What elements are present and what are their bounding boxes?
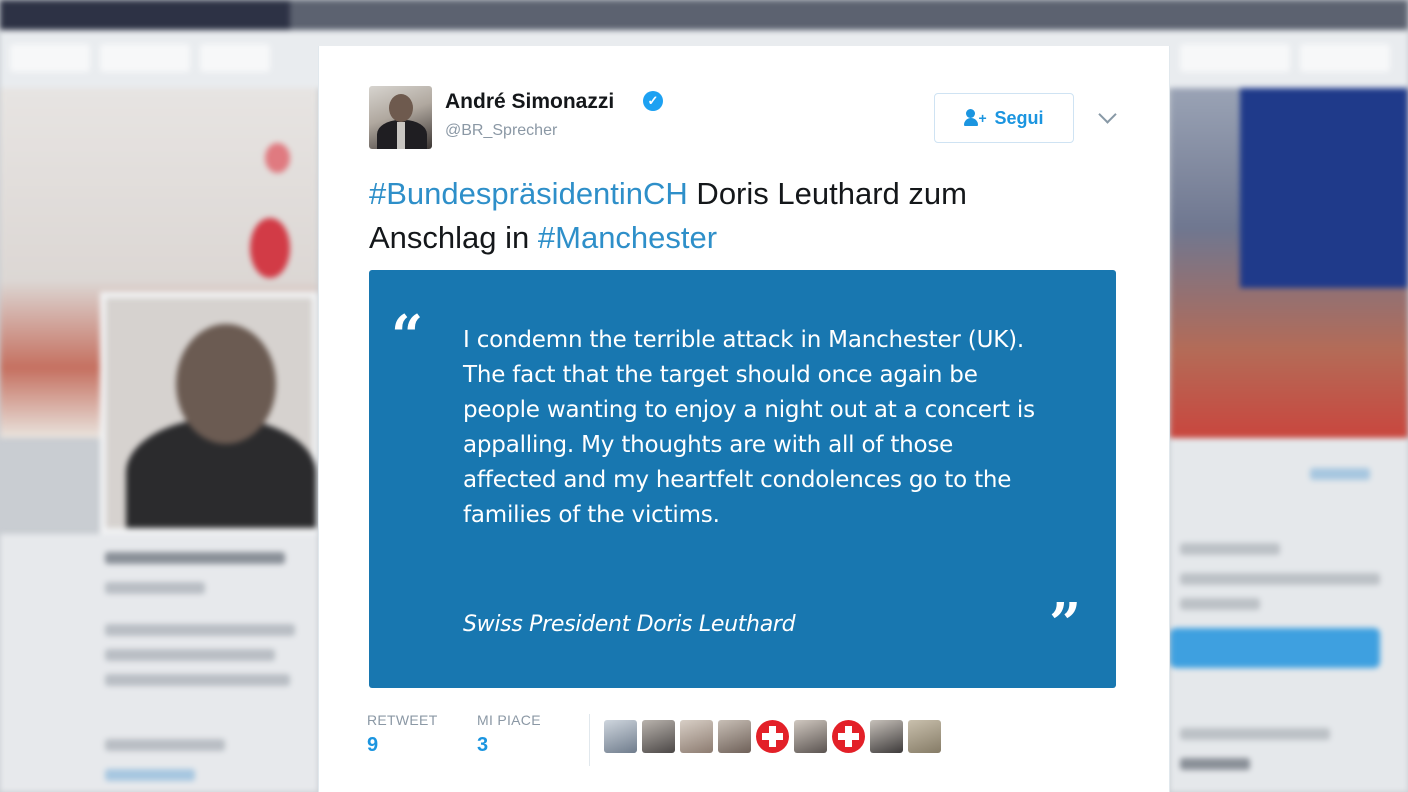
hashtag-link[interactable]: #BundespräsidentinCH — [369, 176, 688, 211]
like-count: 3 — [477, 734, 489, 756]
liker-avatar[interactable] — [870, 720, 903, 753]
like-stat[interactable]: MI PIACE 3 — [477, 712, 541, 757]
liker-avatar[interactable] — [680, 720, 713, 753]
chevron-down-icon[interactable] — [1098, 105, 1117, 124]
likers-list — [604, 720, 941, 753]
stats-divider — [589, 714, 590, 766]
profile-avatar-background — [100, 292, 318, 534]
follow-button[interactable]: + Segui — [934, 93, 1074, 143]
browser-top-bar — [0, 0, 1408, 30]
liker-avatar[interactable] — [642, 720, 675, 753]
retweet-label: RETWEET — [367, 712, 438, 728]
quote-text: I condemn the terrible attack in Manches… — [463, 327, 1035, 528]
author-handle[interactable]: @BR_Sprecher — [445, 122, 557, 140]
retweet-stat[interactable]: RETWEET 9 — [367, 712, 438, 757]
swiss-flag-icon[interactable] — [756, 720, 789, 753]
avatar[interactable] — [369, 86, 432, 149]
follow-button-label: Segui — [994, 107, 1044, 128]
quote-image[interactable]: “ I condemn the terrible attack in Manch… — [369, 270, 1116, 688]
tweet-text: #BundespräsidentinCH Doris Leuthard zum … — [369, 172, 1089, 260]
retweet-count: 9 — [367, 734, 379, 756]
open-quote-icon: “ — [391, 303, 424, 369]
quote-author: Swiss President Doris Leuthard — [463, 612, 796, 637]
liker-avatar[interactable] — [794, 720, 827, 753]
profile-info-background — [0, 534, 318, 792]
liker-avatar[interactable] — [718, 720, 751, 753]
profile-banner-right — [1170, 88, 1408, 438]
like-label: MI PIACE — [477, 712, 541, 728]
add-user-icon: + — [964, 109, 987, 127]
liker-avatar[interactable] — [908, 720, 941, 753]
author-name[interactable]: André Simonazzi — [445, 90, 614, 114]
tweet-card: André Simonazzi ✓ @BR_Sprecher + Segui #… — [318, 46, 1170, 792]
verified-icon: ✓ — [643, 91, 663, 111]
swiss-flag-icon[interactable] — [832, 720, 865, 753]
close-quote-icon: ” — [1049, 591, 1082, 657]
sidebar-background — [1170, 438, 1408, 792]
hashtag-link[interactable]: #Manchester — [538, 220, 717, 255]
liker-avatar[interactable] — [604, 720, 637, 753]
